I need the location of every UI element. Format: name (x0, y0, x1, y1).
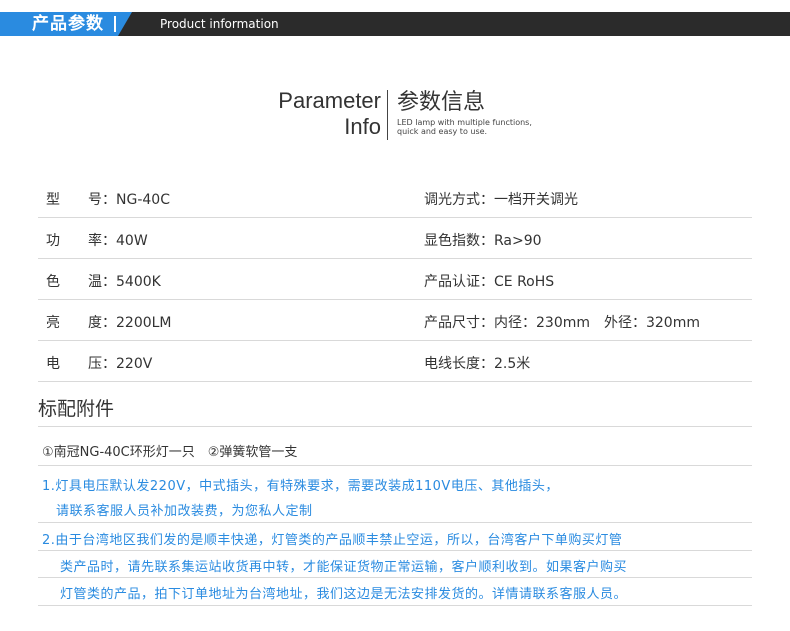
spec-label: 亮 度： (46, 315, 116, 331)
header-divider (114, 16, 116, 32)
parameter-info-title: Parameter Info 参数信息 LED lamp with multip… (0, 86, 790, 146)
note-line: 请联系客服人员补加改装费，为您私人定制 (56, 504, 313, 519)
title-cn: 参数信息 (397, 90, 486, 115)
spec-label: 产品认证： (424, 274, 494, 290)
title-en-line1: Parameter (278, 88, 381, 113)
header-title-cn: 产品参数 (32, 14, 104, 34)
divider (38, 577, 752, 578)
title-en-line2: Info (344, 114, 381, 139)
spec-value: 220V (116, 356, 153, 372)
spec-value: 内径：230mm 外径：320mm (494, 315, 700, 331)
spec-row: 型 号：NG-40C 调光方式：一档开关调光 (38, 177, 752, 218)
spec-label: 显色指数： (424, 233, 494, 249)
divider (38, 522, 752, 523)
spec-value: 40W (116, 233, 148, 249)
spec-table: 型 号：NG-40C 调光方式：一档开关调光 功 率：40W 显色指数：Ra>9… (38, 177, 752, 382)
divider (38, 465, 752, 466)
spec-label: 色 温： (46, 274, 116, 290)
spec-value: 2200LM (116, 315, 172, 331)
spec-label: 型 号： (46, 192, 116, 208)
spec-row: 色 温：5400K 产品认证：CE RoHS (38, 259, 752, 300)
spec-label: 产品尺寸： (424, 315, 494, 331)
header-title-en: Product information (160, 17, 279, 31)
spec-label: 电线长度： (424, 356, 494, 372)
title-divider (387, 90, 388, 140)
accessories-title: 标配附件 (38, 398, 115, 420)
divider (38, 605, 752, 606)
spec-value: 2.5米 (494, 356, 531, 372)
spec-value: Ra>90 (494, 233, 542, 249)
note-line: 1.灯具电压默认发220V，中式插头，有特殊要求，需要改装成110V电压、其他插… (42, 479, 559, 494)
divider (38, 426, 752, 427)
spec-value: 一档开关调光 (494, 192, 578, 208)
spec-row: 功 率：40W 显色指数：Ra>90 (38, 218, 752, 259)
spec-value: CE RoHS (494, 274, 555, 290)
note-line: 2.由于台湾地区我们发的是顺丰快递，灯管类的产品顺丰禁止空运，所以，台湾客户下单… (42, 533, 623, 548)
note-line: 类产品时，请先联系集运站收货再中转，才能保证货物正常运输，客户顺利收到。如果客户… (60, 560, 628, 575)
section-header: 产品参数 Product information (0, 12, 790, 36)
title-subtitle-line2: quick and easy to use. (397, 127, 488, 136)
spec-label: 调光方式： (424, 192, 494, 208)
spec-value: NG-40C (116, 192, 170, 208)
spec-value: 5400K (116, 274, 161, 290)
divider (38, 550, 752, 551)
spec-label: 功 率： (46, 233, 116, 249)
spec-row: 亮 度：2200LM 产品尺寸：内径：230mm 外径：320mm (38, 300, 752, 341)
spec-row: 电 压：220V 电线长度：2.5米 (38, 341, 752, 382)
accessories-items: ①南冠NG-40C环形灯一只 ②弹簧软管一支 (42, 445, 298, 460)
note-line: 灯管类的产品，拍下订单地址为台湾地址，我们这边是无法安排发货的。详情请联系客服人… (60, 587, 628, 602)
spec-label: 电 压： (46, 356, 116, 372)
